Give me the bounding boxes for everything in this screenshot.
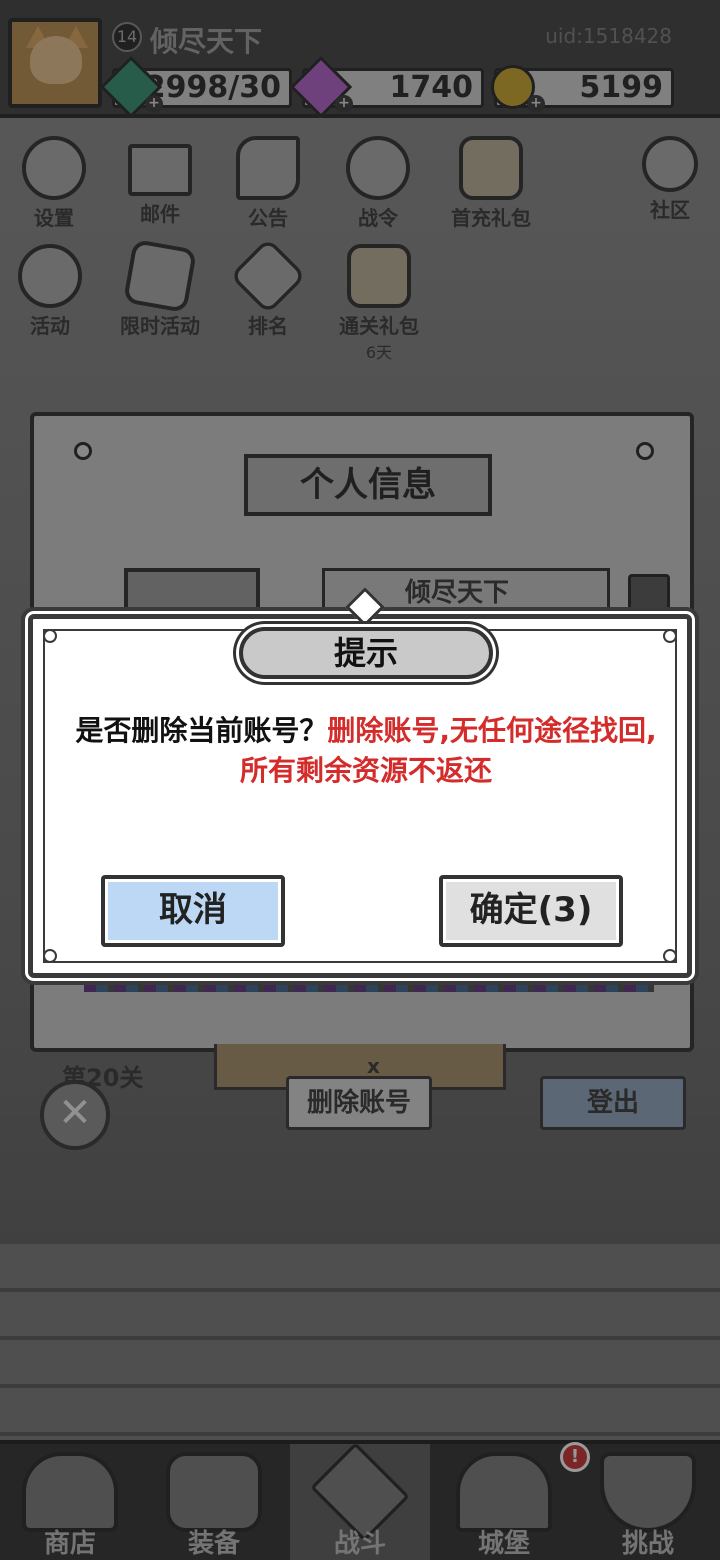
- corner-rivet: [663, 949, 677, 963]
- confirm-button[interactable]: 确定(3): [439, 875, 623, 947]
- confirm-dialog: 提示 是否删除当前账号？删除账号,无任何途径找回,所有剩余资源不返还 取消 确定…: [28, 587, 692, 978]
- cancel-button[interactable]: 取消: [101, 875, 285, 947]
- game-screen: 14 倾尽天下 uid:1518428 + 2998/30 + 1740 + 5…: [0, 0, 720, 1560]
- corner-rivet: [43, 629, 57, 643]
- dialog-title: 提示: [239, 627, 493, 679]
- dialog-question: 是否删除当前账号？: [75, 714, 328, 747]
- dialog-message: 是否删除当前账号？删除账号,无任何途径找回,所有剩余资源不返还: [73, 711, 659, 791]
- corner-rivet: [43, 949, 57, 963]
- corner-rivet: [663, 629, 677, 643]
